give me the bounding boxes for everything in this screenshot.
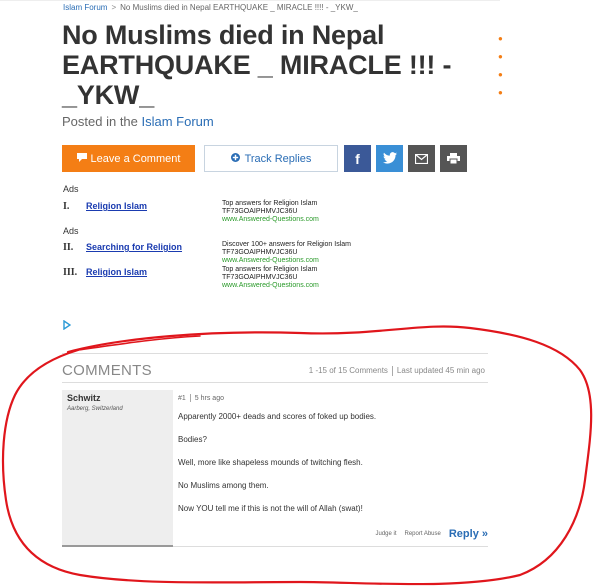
red-annotation-circle — [1, 325, 593, 586]
